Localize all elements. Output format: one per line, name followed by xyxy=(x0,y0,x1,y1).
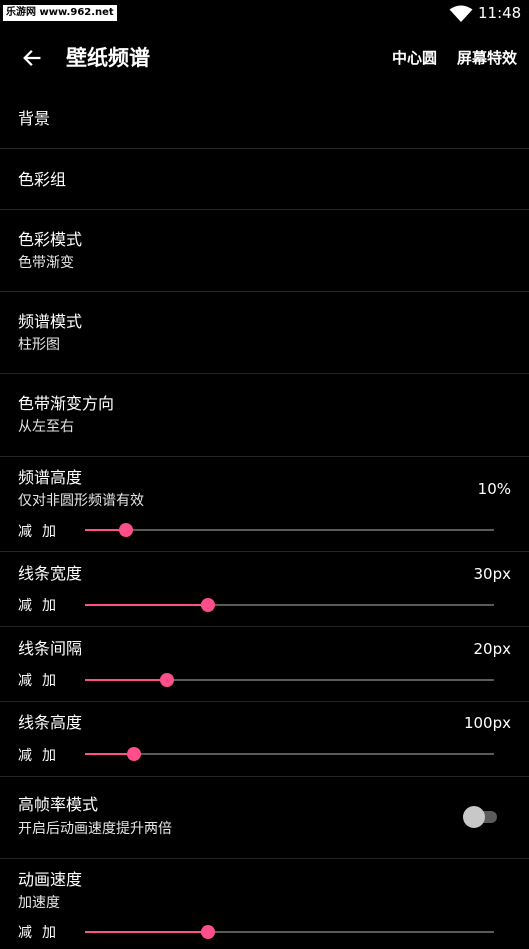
slider-labels: 减加 xyxy=(18,746,66,766)
slider-track xyxy=(85,529,494,531)
pref-line-height: 线条高度 100px 减加 xyxy=(0,702,529,777)
line-height-slider[interactable] xyxy=(85,746,494,762)
arrow-left-icon xyxy=(23,50,41,66)
spectrum-height-slider[interactable] xyxy=(85,522,494,538)
status-bar: 乐游网 www.962.net 11:48 xyxy=(0,0,529,26)
slider-labels: 减加 xyxy=(18,522,66,542)
pref-title: 色带渐变方向 xyxy=(18,394,115,413)
toggle-thumb xyxy=(463,806,485,828)
pref-summary: 开启后动画速度提升两倍 xyxy=(18,821,172,837)
pref-summary: 仅对非圆形频谱有效 xyxy=(18,493,144,509)
pref-title: 色彩组 xyxy=(18,170,67,189)
pref-line-spacing: 线条间隔 20px 减加 xyxy=(0,627,529,702)
decrease-button[interactable]: 减 xyxy=(18,598,32,614)
pref-title: 线条间隔 xyxy=(18,639,83,658)
decrease-button[interactable]: 减 xyxy=(18,748,32,764)
decrease-button[interactable]: 减 xyxy=(18,925,32,941)
slider-labels: 减加 xyxy=(18,923,66,943)
center-circle-action[interactable]: 中心圆 xyxy=(392,46,437,70)
pref-line-width: 线条宽度 30px 减加 xyxy=(0,552,529,627)
pref-value: 100px xyxy=(463,714,511,732)
slider-fill xyxy=(85,604,208,606)
increase-button[interactable]: 加 xyxy=(42,598,56,614)
pref-spectrum-mode[interactable]: 频谱模式 柱形图 xyxy=(0,292,529,374)
pref-gradient-direction[interactable]: 色带渐变方向 从左至右 xyxy=(0,374,529,457)
pref-title: 高帧率模式 xyxy=(18,795,99,814)
increase-button[interactable]: 加 xyxy=(42,673,56,689)
pref-color-group[interactable]: 色彩组 xyxy=(0,149,529,210)
pref-title: 动画速度 xyxy=(18,870,83,889)
pref-title: 频谱高度 xyxy=(18,468,83,487)
wifi-icon xyxy=(449,5,473,22)
pref-value: 20px xyxy=(473,640,512,658)
slider-fill xyxy=(85,679,167,681)
increase-button[interactable]: 加 xyxy=(42,748,56,764)
slider-fill xyxy=(85,931,208,933)
pref-title: 线条高度 xyxy=(18,713,83,732)
pref-background[interactable]: 背景 xyxy=(0,90,529,149)
high-frame-rate-toggle[interactable] xyxy=(463,806,499,828)
watermark: 乐游网 www.962.net xyxy=(3,5,117,21)
pref-summary: 加速度 xyxy=(18,895,60,911)
pref-title: 频谱模式 xyxy=(18,312,83,331)
slider-thumb[interactable] xyxy=(200,925,215,939)
pref-animation-speed: 动画速度 加速度 减加 xyxy=(0,859,529,949)
slider-thumb[interactable] xyxy=(200,598,215,612)
animation-speed-slider[interactable] xyxy=(85,924,494,940)
decrease-button[interactable]: 减 xyxy=(18,524,32,540)
pref-summary: 柱形图 xyxy=(18,337,60,353)
slider-thumb[interactable] xyxy=(127,747,142,761)
increase-button[interactable]: 加 xyxy=(42,524,56,540)
pref-color-mode[interactable]: 色彩模式 色带渐变 xyxy=(0,210,529,292)
pref-value: 10% xyxy=(477,480,511,498)
pref-title: 背景 xyxy=(18,109,51,128)
pref-summary: 从左至右 xyxy=(18,419,74,435)
pref-high-frame-rate[interactable]: 高帧率模式 开启后动画速度提升两倍 xyxy=(0,777,529,859)
pref-title: 色彩模式 xyxy=(18,230,83,249)
slider-thumb[interactable] xyxy=(159,673,174,687)
pref-title: 线条宽度 xyxy=(18,564,83,583)
pref-spectrum-height: 频谱高度 仅对非圆形频谱有效 10% 减加 xyxy=(0,457,529,552)
slider-track xyxy=(85,753,494,755)
slider-labels: 减加 xyxy=(18,596,66,616)
page-title: 壁纸频谱 xyxy=(66,46,150,70)
screen-effects-action[interactable]: 屏幕特效 xyxy=(457,46,517,70)
status-clock: 11:48 xyxy=(478,4,522,22)
decrease-button[interactable]: 减 xyxy=(18,673,32,689)
line-width-slider[interactable] xyxy=(85,597,494,613)
increase-button[interactable]: 加 xyxy=(42,925,56,941)
back-button[interactable] xyxy=(14,40,50,76)
pref-value: 30px xyxy=(473,565,512,583)
slider-labels: 减加 xyxy=(18,671,66,691)
pref-summary: 色带渐变 xyxy=(18,255,74,271)
slider-thumb[interactable] xyxy=(118,523,133,537)
line-spacing-slider[interactable] xyxy=(85,672,494,688)
app-bar: 壁纸频谱 中心圆 屏幕特效 xyxy=(0,26,529,90)
